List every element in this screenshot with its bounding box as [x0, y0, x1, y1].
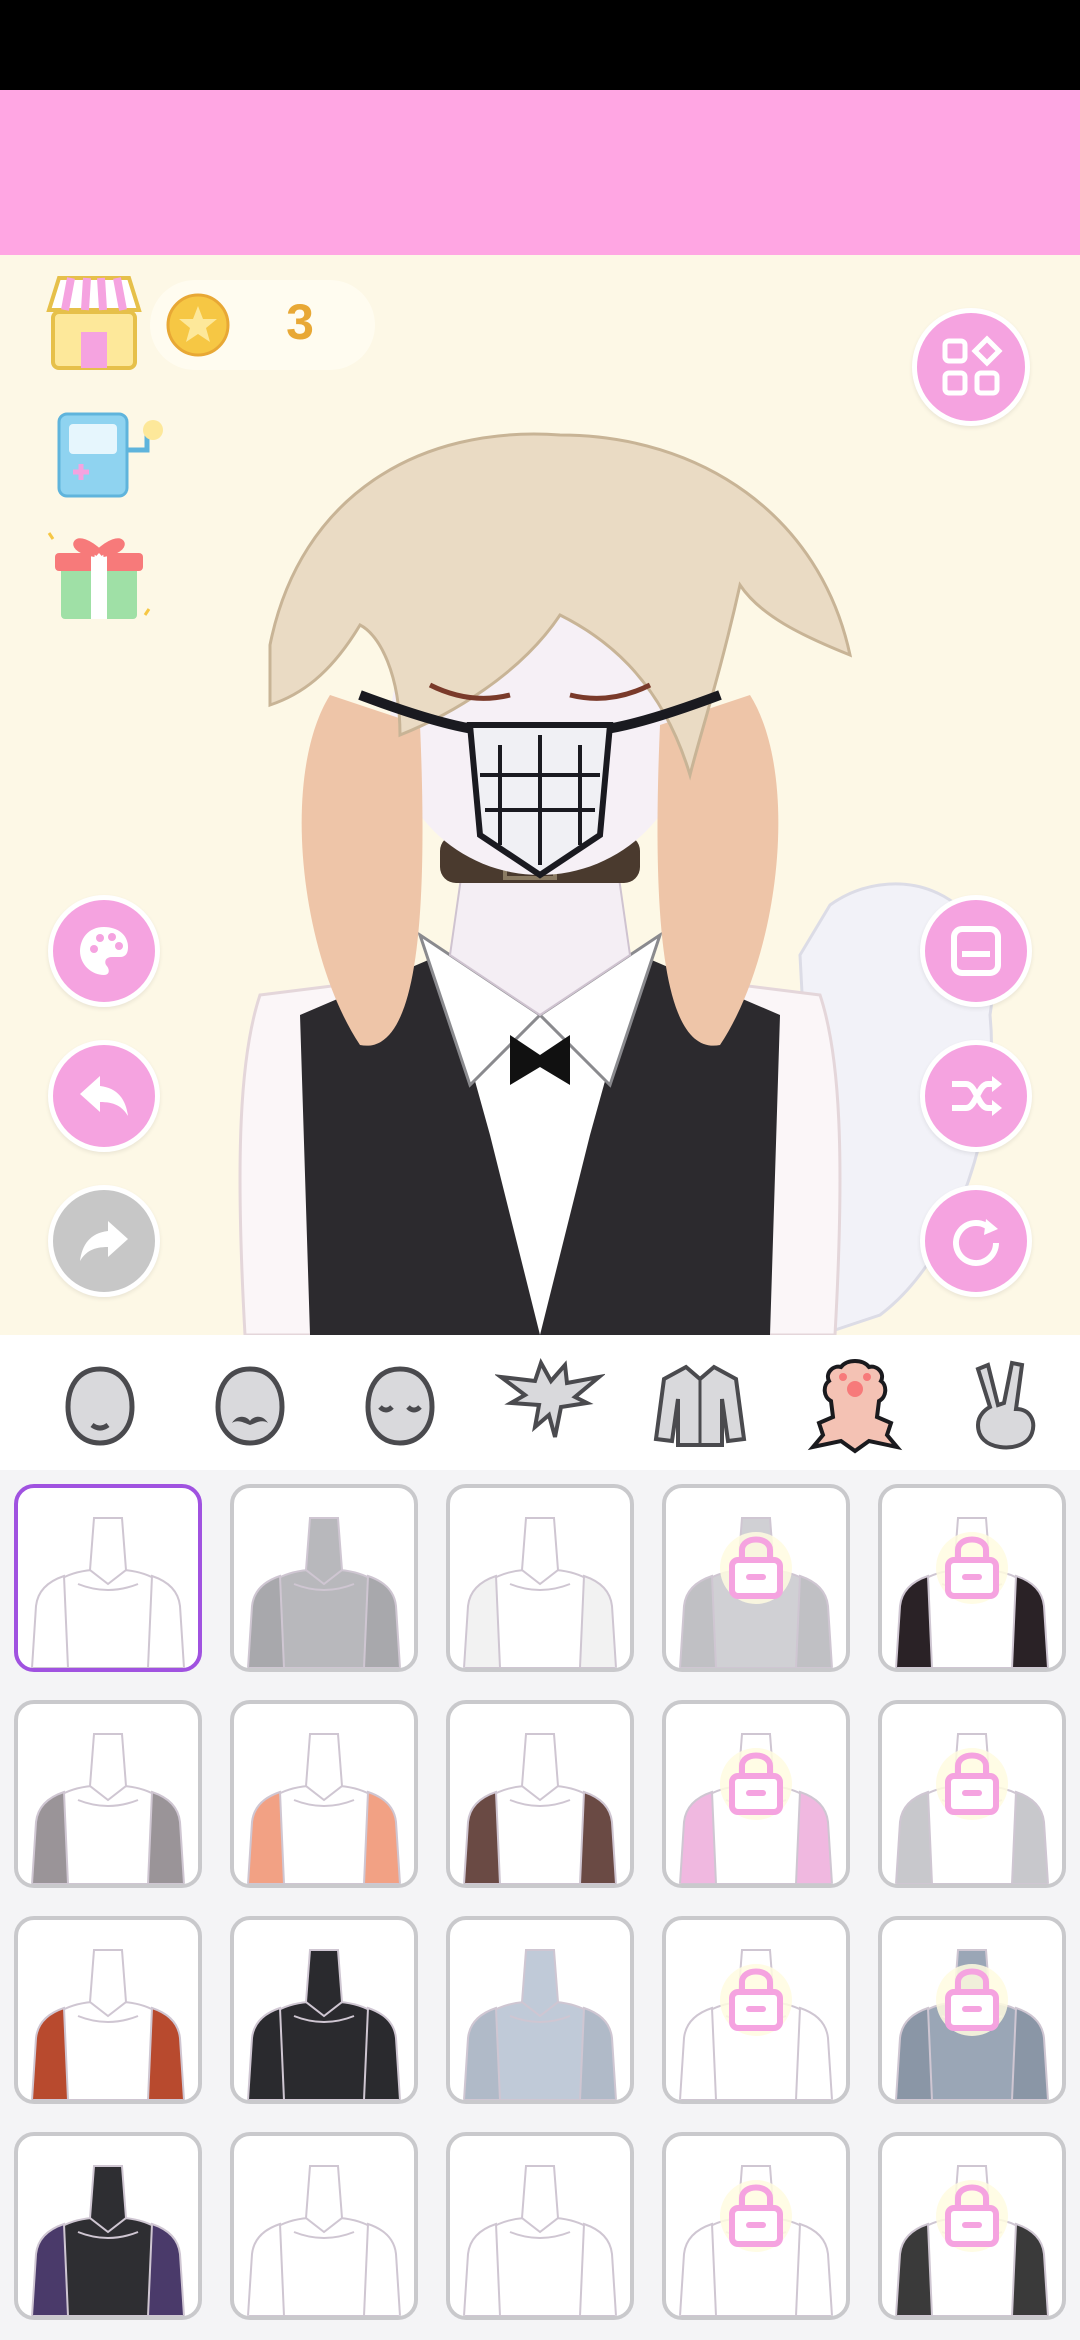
lock-icon [720, 2180, 792, 2252]
body-item-tile[interactable] [878, 1700, 1066, 1888]
body-item-tile[interactable] [446, 1484, 634, 1672]
body-thumbnail [894, 1733, 1050, 1884]
shuffle-button[interactable] [920, 1040, 1032, 1152]
lock-icon [720, 1748, 792, 1820]
gift-button[interactable] [45, 525, 155, 625]
tab-face[interactable] [45, 1350, 155, 1460]
redo-button[interactable] [48, 1185, 160, 1297]
face-icon [65, 1366, 135, 1446]
body-item-tile[interactable] [662, 1484, 850, 1672]
gacha-machine-icon [57, 412, 163, 498]
body-thumbnail [462, 2165, 618, 2316]
tab-eyes[interactable] [345, 1350, 455, 1460]
shirt-icon [653, 1364, 747, 1447]
ad-banner[interactable] [0, 90, 1080, 255]
body-item-tile[interactable] [446, 1916, 634, 2104]
hair-icon [495, 1358, 605, 1438]
body-item-tile[interactable] [662, 2132, 850, 2320]
reset-button[interactable] [920, 1185, 1032, 1297]
redo-icon [80, 1221, 128, 1261]
menu-button[interactable] [912, 308, 1030, 426]
shop-icon [46, 276, 142, 370]
body-item-tile[interactable] [14, 1916, 202, 2104]
shuffle-icon [952, 1076, 1002, 1116]
grid-menu-icon [942, 335, 1003, 396]
tab-clothing[interactable] [645, 1350, 755, 1460]
body-item-tile[interactable] [878, 2132, 1066, 2320]
body-thumbnail [462, 1733, 618, 1884]
gacha-button[interactable] [55, 410, 167, 500]
body-thumbnail [678, 1949, 834, 2100]
save-icon [951, 926, 1001, 976]
body-item-tile[interactable] [14, 1484, 202, 1672]
body-item-tile[interactable] [878, 1484, 1066, 1672]
lock-icon [936, 2180, 1008, 2252]
body-item-tile[interactable] [230, 1916, 418, 2104]
body-thumbnail [246, 1733, 402, 1884]
reset-icon [953, 1219, 999, 1266]
coin-counter [150, 280, 375, 370]
body-thumbnail [678, 1517, 834, 1668]
body-thumbnail [246, 1949, 402, 2100]
tab-pose[interactable] [950, 1350, 1060, 1460]
body-icon [807, 1359, 903, 1454]
peace-hand-icon [975, 1360, 1036, 1450]
body-thumbnail [894, 1949, 1050, 2100]
body-thumbnail [30, 2165, 186, 2316]
lock-icon [936, 1532, 1008, 1604]
tab-body[interactable] [800, 1350, 910, 1460]
closed-eyes-face-icon [365, 1366, 435, 1446]
body-item-tile[interactable] [878, 1916, 1066, 2104]
body-item-tile[interactable] [14, 2132, 202, 2320]
body-thumbnail [30, 1733, 186, 1884]
body-item-tile[interactable] [230, 1700, 418, 1888]
coin-count: 3 [286, 294, 314, 350]
body-thumbnail [246, 2165, 402, 2316]
palette-button[interactable] [48, 895, 160, 1007]
body-item-tile[interactable] [662, 1916, 850, 2104]
body-thumbnail [678, 2165, 834, 2316]
palette-icon [80, 927, 128, 975]
undo-button[interactable] [48, 1040, 160, 1152]
body-thumbnail [462, 1949, 618, 2100]
tab-hair[interactable] [495, 1350, 605, 1460]
status-bar [0, 0, 1080, 90]
body-thumbnail [246, 1517, 402, 1668]
lock-icon [936, 1748, 1008, 1820]
body-item-tile[interactable] [662, 1700, 850, 1888]
lock-icon [720, 1964, 792, 2036]
body-item-tile[interactable] [446, 1700, 634, 1888]
body-thumbnail [462, 1517, 618, 1668]
body-item-tile[interactable] [230, 1484, 418, 1672]
mustache-face-icon [215, 1366, 285, 1446]
body-item-tile[interactable] [230, 2132, 418, 2320]
gift-icon [47, 532, 151, 619]
body-item-tile[interactable] [14, 1700, 202, 1888]
save-button[interactable] [920, 895, 1032, 1007]
body-thumbnail [30, 1517, 186, 1668]
body-thumbnail [30, 1949, 186, 2100]
star-coin-icon [166, 293, 230, 357]
shop-button[interactable] [45, 272, 143, 372]
tab-mouth[interactable] [195, 1350, 305, 1460]
body-thumbnail [678, 1733, 834, 1884]
body-thumbnail [894, 1517, 1050, 1668]
lock-icon [720, 1532, 792, 1604]
undo-icon [80, 1076, 128, 1116]
body-item-tile[interactable] [446, 2132, 634, 2320]
lock-icon [936, 1964, 1008, 2036]
body-thumbnail [894, 2165, 1050, 2316]
